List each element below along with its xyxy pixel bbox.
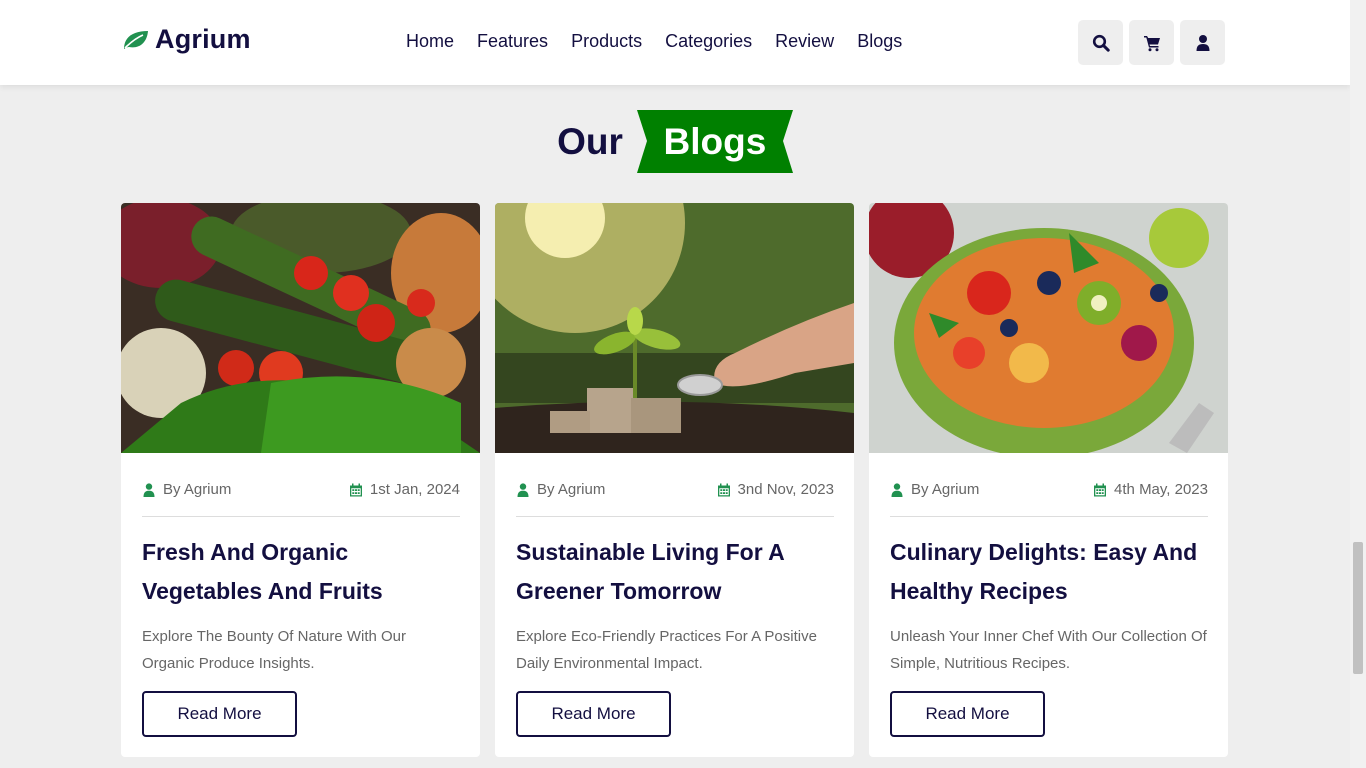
search-button[interactable] — [1078, 20, 1123, 65]
heading-highlight-banner: Blogs — [636, 110, 793, 173]
cart-icon — [1143, 35, 1160, 51]
user-icon — [517, 482, 529, 497]
blog-author: By Agrium — [142, 481, 231, 498]
blog-image-vegetables — [121, 203, 480, 453]
header-icons — [1078, 20, 1231, 65]
blog-author-text: By Agrium — [163, 481, 232, 498]
blog-card: By Agrium 3nd Nov, 2023 Sustainable Livi… — [495, 203, 854, 757]
nav-features[interactable]: Features — [477, 31, 548, 52]
blog-date: 3nd Nov, 2023 — [717, 481, 834, 498]
blog-card: By Agrium 1st Jan, 2024 Fresh And Organi… — [121, 203, 480, 757]
blog-author-text: By Agrium — [537, 481, 606, 498]
blog-meta: By Agrium 4th May, 2023 — [890, 481, 1208, 498]
heading-prefix: Our — [557, 120, 623, 162]
blog-description: Unleash Your Inner Chef With Our Collect… — [890, 628, 1207, 672]
blog-card: By Agrium 4th May, 2023 Culinary Delight… — [869, 203, 1228, 757]
blog-date: 4th May, 2023 — [1093, 481, 1208, 498]
blog-image-fruit-salad — [869, 203, 1228, 453]
page-scrollbar[interactable] — [1350, 0, 1366, 768]
blog-date-text: 3nd Nov, 2023 — [737, 481, 834, 498]
blog-title[interactable]: Sustainable Living For A Greener Tomorro… — [516, 533, 846, 611]
nav-review[interactable]: Review — [775, 31, 834, 52]
blog-description: Explore Eco-Friendly Practices For A Pos… — [516, 628, 817, 672]
user-icon — [891, 482, 903, 497]
read-more-button[interactable]: Read More — [142, 691, 297, 737]
blog-meta: By Agrium 3nd Nov, 2023 — [516, 481, 834, 498]
divider — [890, 516, 1208, 517]
heading-highlight: Blogs — [663, 120, 767, 162]
logo[interactable]: Agrium — [121, 24, 251, 55]
blog-author: By Agrium — [516, 481, 605, 498]
nav-home[interactable]: Home — [406, 31, 454, 52]
calendar-icon — [1094, 483, 1107, 496]
blog-image-sprout-coins — [495, 203, 854, 453]
logo-text: Agrium — [155, 24, 251, 54]
blog-author: By Agrium — [890, 481, 979, 498]
site-header: Agrium Home Features Products Categories… — [0, 0, 1350, 85]
user-button[interactable] — [1180, 20, 1225, 65]
read-more-button[interactable]: Read More — [516, 691, 671, 737]
blog-date-text: 1st Jan, 2024 — [369, 481, 460, 498]
blog-meta: By Agrium 1st Jan, 2024 — [142, 481, 460, 498]
blog-author-text: By Agrium — [911, 481, 980, 498]
user-icon — [143, 482, 155, 497]
divider — [142, 516, 460, 517]
user-icon — [1196, 34, 1209, 51]
blog-description: Explore The Bounty Of Nature With Our Or… — [142, 628, 407, 672]
divider — [516, 516, 834, 517]
search-icon — [1092, 34, 1110, 52]
nav-blogs[interactable]: Blogs — [857, 31, 902, 52]
calendar-icon — [717, 483, 730, 496]
leaf-icon — [124, 30, 148, 49]
scrollbar-thumb[interactable] — [1353, 542, 1363, 674]
section-heading: Our Blogs — [0, 110, 1350, 173]
read-more-button[interactable]: Read More — [890, 691, 1045, 737]
blog-date: 1st Jan, 2024 — [349, 481, 460, 498]
blog-title[interactable]: Fresh And Organic Vegetables And Fruits — [142, 533, 472, 611]
blog-title[interactable]: Culinary Delights: Easy And Healthy Reci… — [890, 533, 1220, 611]
calendar-icon — [349, 483, 362, 496]
main-nav: Home Features Products Categories Review… — [406, 31, 925, 52]
blog-date-text: 4th May, 2023 — [1114, 481, 1208, 498]
cart-button[interactable] — [1129, 20, 1174, 65]
nav-products[interactable]: Products — [571, 31, 642, 52]
nav-categories[interactable]: Categories — [665, 31, 752, 52]
